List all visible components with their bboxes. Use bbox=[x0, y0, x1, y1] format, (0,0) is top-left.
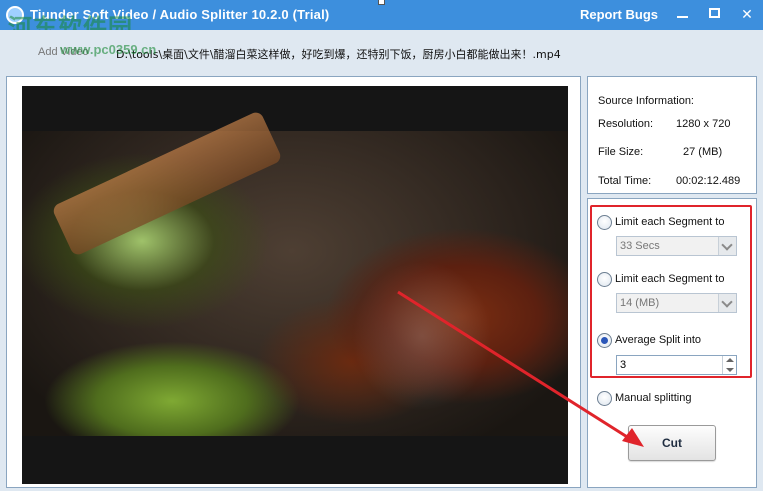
video-frame-spoon bbox=[51, 109, 283, 258]
video-frame bbox=[22, 109, 568, 436]
highlight-annotation bbox=[590, 205, 752, 378]
maximize-icon bbox=[709, 8, 720, 18]
file-size-label: File Size: bbox=[598, 146, 644, 158]
video-preview[interactable] bbox=[22, 86, 568, 484]
file-path: D:\tools\桌面\文件\醋溜白菜这样做，好吃到爆，还特别下饭，厨房小白都能… bbox=[116, 48, 561, 61]
cut-button[interactable]: Cut bbox=[628, 425, 716, 461]
minimize-button[interactable] bbox=[672, 4, 694, 24]
resolution-label: Resolution: bbox=[598, 118, 654, 130]
video-frame-steam bbox=[352, 261, 492, 411]
report-bugs-link[interactable]: Report Bugs bbox=[580, 7, 658, 22]
resolution-value: 1280 x 720 bbox=[676, 118, 731, 130]
watermark-url: www.pc0359.cn bbox=[60, 42, 157, 57]
total-time-value: 00:02:12.489 bbox=[676, 175, 741, 187]
file-size-value: 27 (MB) bbox=[683, 146, 723, 158]
total-time-label: Total Time: bbox=[598, 175, 652, 187]
maximize-button[interactable] bbox=[704, 4, 726, 24]
source-info-heading: Source Information: bbox=[598, 95, 694, 107]
manual-split-radio[interactable] bbox=[597, 391, 612, 406]
close-icon: ✕ bbox=[741, 6, 753, 22]
minimize-icon bbox=[677, 16, 688, 18]
close-button[interactable]: ✕ bbox=[736, 4, 758, 24]
resize-handle-icon[interactable] bbox=[378, 0, 385, 5]
manual-split-label: Manual splitting bbox=[615, 392, 692, 404]
source-info-panel: Source Information: Resolution: 1280 x 7… bbox=[587, 76, 757, 194]
video-preview-panel bbox=[6, 76, 581, 488]
